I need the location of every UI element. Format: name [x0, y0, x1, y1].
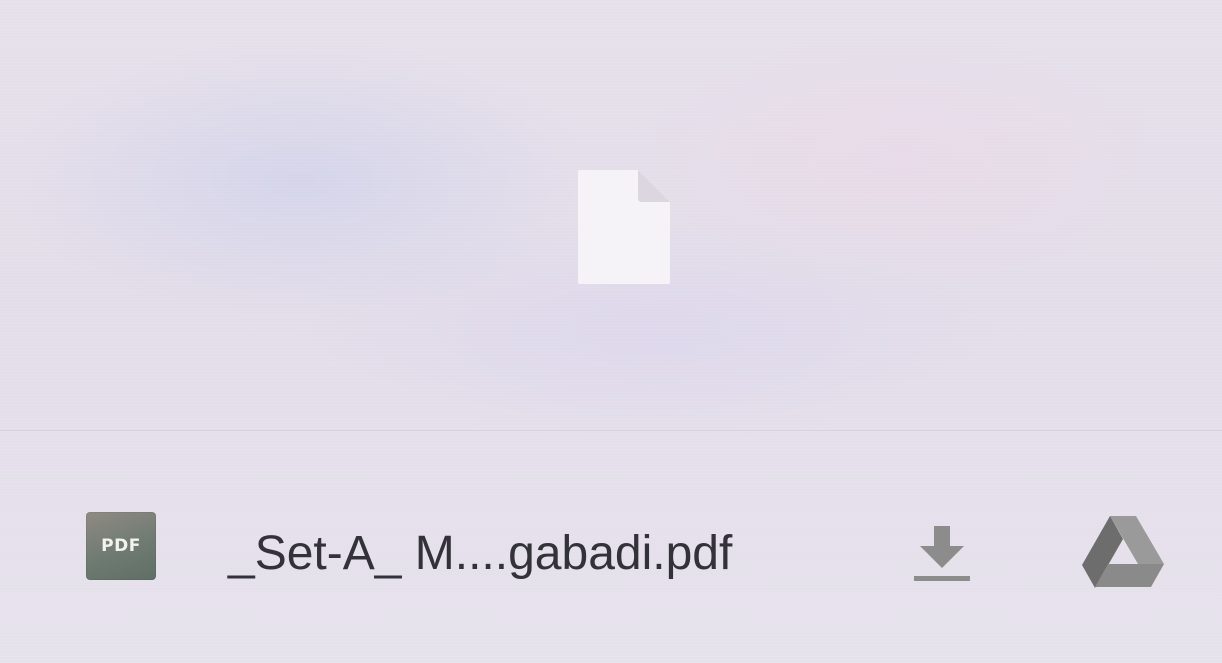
file-name-label: _Set-A_ M....gabadi.pdf	[228, 527, 733, 580]
preview-area	[0, 0, 1222, 430]
pdf-badge-label: PDF	[101, 536, 141, 556]
file-preview-screen: PDF _Set-A_ M....gabadi.pdf	[0, 0, 1222, 663]
download-icon	[914, 526, 970, 581]
download-button[interactable]	[904, 518, 980, 588]
file-placeholder-icon	[576, 168, 672, 286]
save-to-drive-button[interactable]	[1078, 510, 1168, 590]
google-drive-icon	[1082, 516, 1164, 588]
pdf-file-icon: PDF	[86, 512, 156, 580]
